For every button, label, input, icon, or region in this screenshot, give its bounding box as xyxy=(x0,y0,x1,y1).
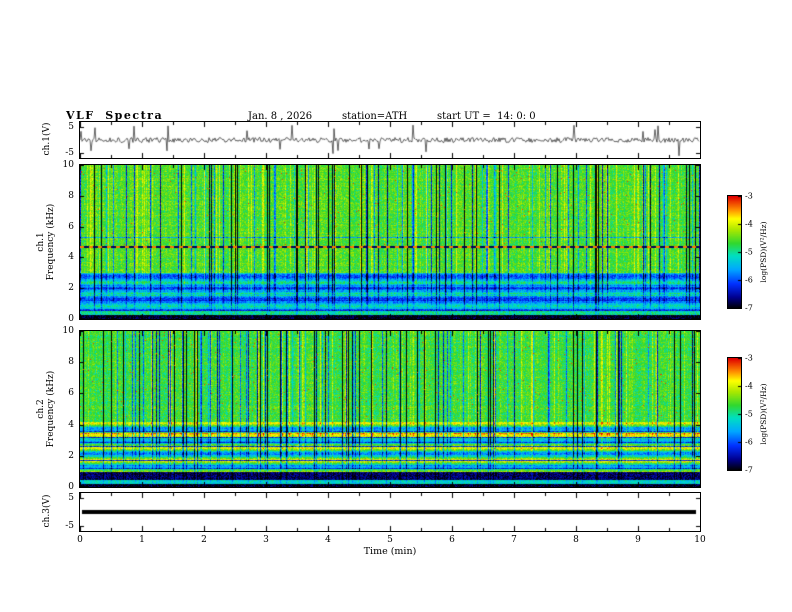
ch3-volt-tick-label: -5 xyxy=(65,520,74,531)
colorbar2-label: log(PSD)(V²/Hz) xyxy=(759,383,768,445)
ch3-volt-tick-label: 5 xyxy=(68,493,74,504)
ch1-volt-tick-label: 5 xyxy=(68,122,74,133)
ch1-freq-tick-label: 4 xyxy=(68,252,74,263)
x-tick-label: 2 xyxy=(201,535,207,545)
colorbar1-tick-label: -5 xyxy=(745,247,753,257)
ch3-waveform-canvas xyxy=(79,492,701,532)
x-tick-label: 4 xyxy=(325,535,331,545)
colorbar2-tick-label: -7 xyxy=(745,465,753,475)
ch1-spectrogram-canvas xyxy=(79,164,701,320)
x-tick-label: 9 xyxy=(635,535,641,545)
colorbar1-tick-label: -3 xyxy=(745,191,753,201)
x-tick-label: 3 xyxy=(263,535,269,545)
x-tick-label: 6 xyxy=(449,535,455,545)
colorbar2-tick-label: -3 xyxy=(745,353,753,363)
vlf-spectra-figure: VLF Spectra Jan. 8 , 2026 station=ATH st… xyxy=(0,0,792,612)
colorbar2-tick-label: -6 xyxy=(745,437,753,447)
colorbar2-tick-label: -4 xyxy=(745,381,753,391)
ch2-freq-tick-label: 6 xyxy=(68,388,74,399)
colorbar2-canvas xyxy=(727,357,742,471)
x-tick-label: 0 xyxy=(77,535,83,545)
x-tick-label: 1 xyxy=(139,535,145,545)
ch2-freq-tick-label: 4 xyxy=(68,419,74,430)
ch2-freq-tick-label: 10 xyxy=(62,326,74,336)
ch2-freq-tick-label: 8 xyxy=(68,357,74,368)
ch2-freq-tick-label: 0 xyxy=(68,482,74,492)
ch1-waveform-canvas xyxy=(79,121,701,159)
ch1-freq-tick-label: 10 xyxy=(62,160,74,170)
ch1-freq-tick-label: 6 xyxy=(68,221,74,232)
ch3-wave-ylabel: ch.3(V) xyxy=(42,494,52,528)
colorbar1-tick-label: -4 xyxy=(745,219,753,229)
ch1-freq-tick-label: 2 xyxy=(68,283,74,294)
ch2-freq-tick-label: 2 xyxy=(68,450,74,461)
ch2-spec-ylabel: ch.2 Frequency (kHz) xyxy=(36,370,56,448)
ch2-spectrogram-canvas xyxy=(79,330,701,488)
ch1-freq-tick-label: 0 xyxy=(68,314,74,324)
colorbar1-label: log(PSD)(V²/Hz) xyxy=(759,221,768,283)
x-tick-label: 5 xyxy=(387,535,393,545)
ch1-spec-ylabel: ch.1 Frequency (kHz) xyxy=(36,203,56,281)
ch1-volt-tick-label: -5 xyxy=(65,147,74,158)
x-tick-label: 8 xyxy=(573,535,579,545)
x-tick-label: 10 xyxy=(694,535,706,545)
colorbar1-tick-label: -6 xyxy=(745,275,753,285)
colorbar2-tick-label: -5 xyxy=(745,409,753,419)
colorbar1-tick-label: -7 xyxy=(745,303,753,313)
colorbar1-canvas xyxy=(727,195,742,309)
x-axis-label: Time (min) xyxy=(363,546,417,557)
ch1-freq-tick-label: 8 xyxy=(68,190,74,201)
ch1-wave-ylabel: ch.1(V) xyxy=(42,122,52,156)
x-tick-label: 7 xyxy=(511,535,517,545)
